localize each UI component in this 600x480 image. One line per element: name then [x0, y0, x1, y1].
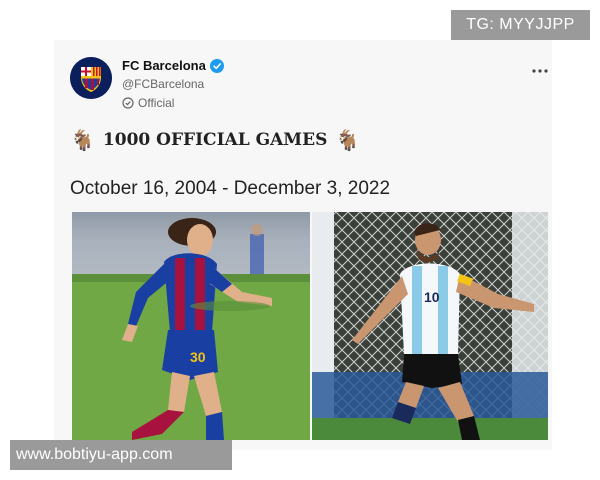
official-text: Official	[138, 96, 175, 110]
more-horizontal-icon	[532, 69, 548, 73]
watermark-bottom: www.bobtiyu-app.com	[10, 440, 232, 470]
official-label: Official	[122, 96, 174, 110]
right-jersey-number: 10	[424, 289, 440, 305]
barcelona-crest-icon	[70, 57, 112, 99]
photo-barcelona-2004[interactable]: 30	[72, 212, 310, 440]
player-argentina-image: 10	[312, 212, 548, 440]
goat-emoji-left: 🐐	[70, 128, 95, 152]
tweet-dates: October 16, 2004 - December 3, 2022	[70, 178, 391, 199]
photo-argentina-2022[interactable]: 10	[312, 212, 548, 440]
tweet-card: FC Barcelona @FCBarcelona Official 🐐 100…	[54, 40, 552, 450]
player-barcelona-image: 30	[72, 212, 310, 440]
more-options-button[interactable]	[532, 60, 548, 76]
watermark-top: TG: MYYJJPP	[451, 10, 590, 40]
left-jersey-number: 30	[190, 349, 206, 365]
tweet-headline: 🐐 1000 OFFICIAL GAMES 🐐	[70, 128, 360, 152]
avatar[interactable]	[70, 57, 112, 99]
verified-badge-icon	[209, 58, 224, 73]
headline-text: 1000 OFFICIAL GAMES	[102, 130, 328, 150]
author-name[interactable]: FC Barcelona	[122, 58, 206, 73]
author-handle[interactable]: @FCBarcelona	[122, 77, 204, 91]
goat-emoji-right: 🐐	[335, 128, 361, 152]
official-check-icon	[122, 97, 134, 109]
